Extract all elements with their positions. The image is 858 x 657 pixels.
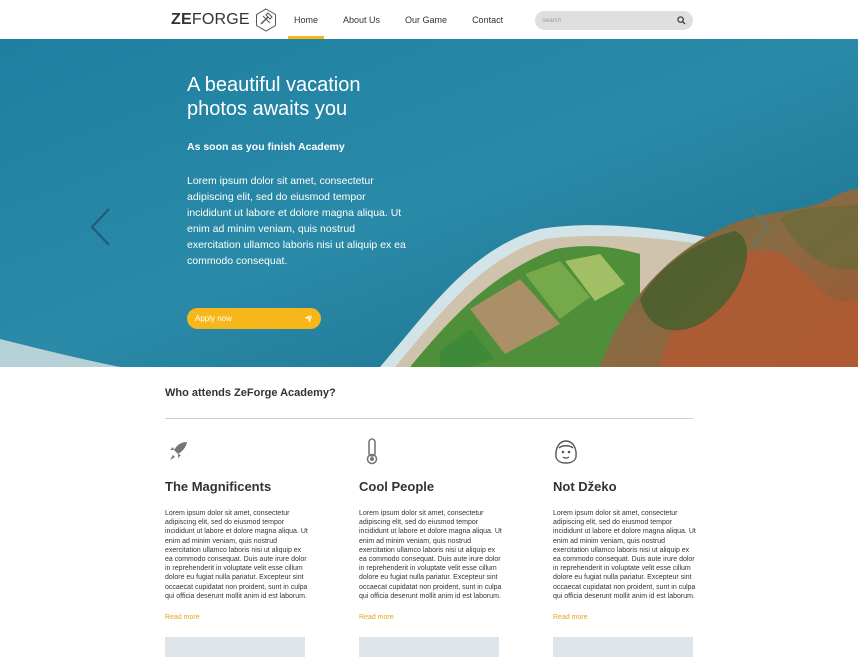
logo-hammer-icon <box>255 8 276 32</box>
site-header: ZEFORGE Home About Us Our Game Contact <box>0 0 858 39</box>
hero-subtitle: As soon as you finish Academy <box>187 141 345 153</box>
column-image <box>359 637 499 657</box>
logo[interactable]: ZEFORGE <box>171 7 278 33</box>
search-icon[interactable] <box>677 16 686 25</box>
hero-background-image <box>0 39 858 367</box>
send-icon <box>304 314 313 323</box>
column-not-dzeko: Not Džeko Lorem ipsum dolor sit amet, co… <box>553 437 698 657</box>
logo-text: ZEFORGE <box>171 11 250 28</box>
nav-about-us[interactable]: About Us <box>335 0 388 39</box>
column-image <box>553 637 693 657</box>
hero-banner: A beautiful vacation photos awaits you A… <box>0 39 858 367</box>
hero-content: A beautiful vacation photos awaits you A… <box>187 73 407 269</box>
section-title: Who attends ZeForge Academy? <box>165 387 336 399</box>
nav-contact[interactable]: Contact <box>464 0 511 39</box>
column-text: Lorem ipsum dolor sit amet, consectetur … <box>165 510 308 600</box>
search-box <box>535 11 693 30</box>
column-cool-people: Cool People Lorem ipsum dolor sit amet, … <box>359 437 504 657</box>
nav-home[interactable]: Home <box>286 0 326 39</box>
rocket-icon <box>170 442 187 460</box>
read-more-link[interactable]: Read more <box>553 614 588 621</box>
section-divider <box>165 418 693 419</box>
person-avatar-icon <box>555 440 577 464</box>
column-title: Not Džeko <box>553 479 617 494</box>
slider-next-arrow-icon[interactable] <box>750 207 772 247</box>
column-text: Lorem ipsum dolor sit amet, consectetur … <box>553 510 696 600</box>
column-title: The Magnificents <box>165 479 272 494</box>
slider-prev-arrow-icon[interactable] <box>89 207 111 247</box>
apply-now-label: Apply now <box>195 314 232 323</box>
read-more-link[interactable]: Read more <box>359 614 394 621</box>
column-magnificents: The Magnificents Lorem ipsum dolor sit a… <box>165 437 310 657</box>
column-title: Cool People <box>359 479 435 494</box>
apply-now-button[interactable]: Apply now <box>187 308 321 329</box>
read-more-link[interactable]: Read more <box>165 614 200 621</box>
hero-text: Lorem ipsum dolor sit amet, consectetur … <box>187 175 406 267</box>
column-text: Lorem ipsum dolor sit amet, consectetur … <box>359 510 502 600</box>
main-nav: Home About Us Our Game Contact <box>286 0 511 39</box>
column-image <box>165 637 305 657</box>
search-input[interactable] <box>542 14 672 27</box>
nav-our-game[interactable]: Our Game <box>397 0 455 39</box>
hero-title: A beautiful vacation photos awaits you <box>187 74 361 120</box>
thermometer-icon <box>366 438 378 465</box>
